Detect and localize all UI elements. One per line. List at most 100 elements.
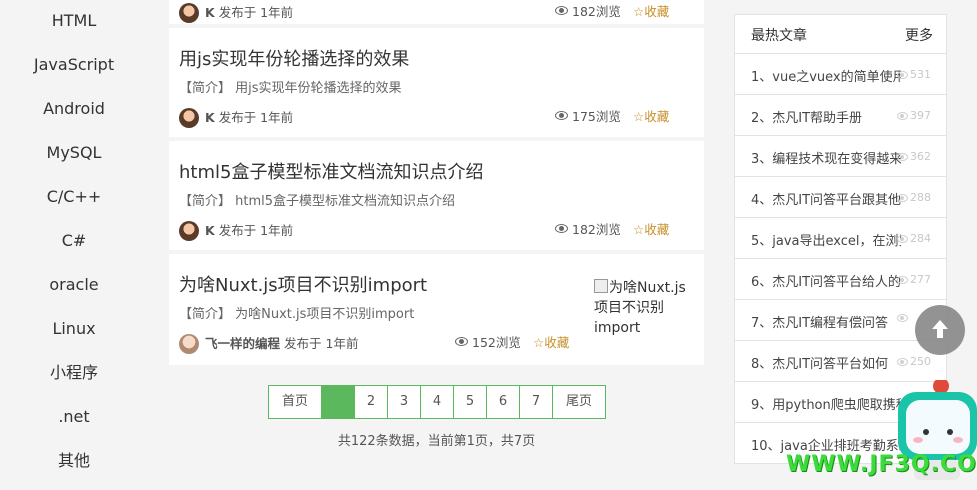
- favorite-button[interactable]: ☆收藏: [533, 332, 569, 351]
- article-author[interactable]: 飞一样的编程: [205, 335, 280, 353]
- article-views: 182浏览: [555, 219, 621, 238]
- favorite-button[interactable]: ☆收藏: [633, 106, 669, 125]
- nav-item-other[interactable]: 其他: [0, 451, 148, 471]
- nav-item-dotnet[interactable]: .net: [0, 407, 148, 427]
- nav-item-c-cpp[interactable]: C/C++: [0, 187, 148, 207]
- page-button-1[interactable]: 1: [322, 386, 355, 418]
- eye-icon: [555, 111, 568, 120]
- eye-icon: [897, 111, 908, 120]
- article-posted: 发布于 1年前: [218, 110, 294, 125]
- article-views: 175浏览: [555, 106, 621, 125]
- hot-article-count-value: 288: [910, 191, 931, 204]
- article-intro: 【简介】 为啥Nuxt.js项目不识别import: [179, 307, 415, 322]
- hot-article-text[interactable]: 1、vue之vuex的简单使用: [751, 66, 901, 85]
- article-views: 182浏览: [555, 1, 621, 20]
- hot-articles-header: 最热文章 更多: [735, 15, 946, 54]
- hot-article-count: 362: [897, 150, 931, 163]
- page-last-button[interactable]: 尾页: [553, 386, 605, 418]
- article-title[interactable]: 为啥Nuxt.js项目不识别import: [179, 275, 427, 297]
- pagination: 首页 1 2 3 4 5 6 7 尾页: [268, 385, 606, 419]
- hot-article-item[interactable]: 2、杰凡IT帮助手册 397: [735, 95, 946, 136]
- nav-item-mysql[interactable]: MySQL: [0, 143, 148, 163]
- page-button-6[interactable]: 6: [487, 386, 520, 418]
- favorite-button[interactable]: ☆收藏: [633, 219, 669, 238]
- eye-icon: [897, 70, 908, 79]
- page-button-3[interactable]: 3: [388, 386, 421, 418]
- article-thumbnail[interactable]: 为啥Nuxt.js项目不识别import: [594, 278, 689, 338]
- hot-article-text[interactable]: 7、杰凡IT编程有偿问答: [751, 312, 901, 331]
- hot-article-text[interactable]: 2、杰凡IT帮助手册: [751, 107, 901, 126]
- hot-article-item[interactable]: 7、杰凡IT编程有偿问答: [735, 300, 946, 341]
- hot-article-count-value: 277: [910, 273, 931, 286]
- hot-article-item[interactable]: 8、杰凡IT问答平台如何 250: [735, 341, 946, 382]
- hot-article-count-value: 531: [910, 68, 931, 81]
- nav-item-csharp[interactable]: C#: [0, 231, 148, 251]
- nav-item-miniprogram[interactable]: 小程序: [0, 363, 148, 383]
- article-posted: 发布于 1年前: [284, 336, 359, 351]
- article-author[interactable]: K: [205, 109, 215, 127]
- pagination-info: 共122条数据，当前第1页，共7页: [337, 434, 536, 449]
- avatar[interactable]: [179, 221, 199, 241]
- hot-articles-title: 最热文章: [751, 28, 807, 44]
- hot-article-count: 288: [897, 191, 931, 204]
- article-title[interactable]: html5盒子模型标准文档流知识点介绍: [179, 162, 483, 184]
- nav-item-javascript[interactable]: JavaScript: [0, 55, 148, 75]
- avatar[interactable]: [179, 3, 199, 23]
- article-title[interactable]: 用js实现年份轮播选择的效果: [179, 49, 409, 71]
- article-card: html5盒子模型标准文档流知识点介绍 【简介】 html5盒子模型标准文档流知…: [169, 141, 704, 250]
- eye-icon: [897, 234, 908, 243]
- eye-icon: [897, 314, 908, 322]
- favorite-button[interactable]: ☆收藏: [633, 1, 669, 20]
- page-button-2[interactable]: 2: [355, 386, 388, 418]
- page-first-button[interactable]: 首页: [269, 386, 322, 418]
- avatar[interactable]: [179, 108, 199, 128]
- hot-article-item[interactable]: 4、杰凡IT问答平台跟其他 288: [735, 177, 946, 218]
- article-meta: K 发布于 1年前: [179, 108, 293, 128]
- hot-article-item[interactable]: 6、杰凡IT问答平台给人的 277: [735, 259, 946, 300]
- hot-article-text[interactable]: 6、杰凡IT问答平台给人的: [751, 271, 901, 290]
- article-meta: K 发布于 1年前: [179, 3, 293, 23]
- category-nav: HTML JavaScript Android MySQL C/C++ C# o…: [0, 0, 148, 486]
- article-author[interactable]: K: [205, 4, 215, 22]
- article-card: K 发布于 1年前 182浏览 ☆收藏: [169, 0, 704, 24]
- hot-article-text[interactable]: 3、编程技术现在变得越来越: [751, 148, 901, 167]
- hot-article-text[interactable]: 4、杰凡IT问答平台跟其他: [751, 189, 901, 208]
- hot-article-count: 531: [897, 68, 931, 81]
- broken-image-icon: [594, 279, 608, 293]
- hot-article-text[interactable]: 5、java导出excel，在浏览: [751, 230, 901, 249]
- hot-article-count-value: 362: [910, 150, 931, 163]
- article-posted: 发布于 1年前: [218, 223, 294, 238]
- more-link[interactable]: 更多: [905, 25, 933, 45]
- hot-article-item[interactable]: 1、vue之vuex的简单使用 531: [735, 54, 946, 95]
- article-views-label: 182浏览: [572, 4, 621, 19]
- article-views-label: 175浏览: [572, 109, 621, 124]
- article-card: 用js实现年份轮播选择的效果 【简介】 用js实现年份轮播选择的效果 K 发布于…: [169, 28, 704, 137]
- nav-item-android[interactable]: Android: [0, 99, 148, 119]
- page-button-4[interactable]: 4: [421, 386, 454, 418]
- page-button-7[interactable]: 7: [520, 386, 553, 418]
- article-meta: 飞一样的编程 发布于 1年前: [179, 334, 358, 354]
- eye-icon: [455, 337, 468, 346]
- hot-article-item[interactable]: 3、编程技术现在变得越来越 362: [735, 136, 946, 177]
- back-to-top-button[interactable]: [915, 305, 965, 355]
- article-views-label: 152浏览: [472, 335, 521, 350]
- site-watermark: WWW.JF3Q.COM: [786, 452, 977, 477]
- article-author[interactable]: K: [205, 222, 215, 240]
- article-intro: 【简介】 用js实现年份轮播选择的效果: [179, 81, 402, 96]
- nav-item-linux[interactable]: Linux: [0, 319, 148, 339]
- hot-article-item[interactable]: 5、java导出excel，在浏览 284: [735, 218, 946, 259]
- nav-item-html[interactable]: HTML: [0, 11, 148, 31]
- hot-article-text[interactable]: 9、用python爬虫爬取携程: [751, 394, 901, 413]
- eye-icon: [897, 357, 908, 366]
- eye-icon: [555, 6, 568, 15]
- avatar[interactable]: [179, 334, 199, 354]
- article-views-label: 182浏览: [572, 222, 621, 237]
- hot-article-text[interactable]: 8、杰凡IT问答平台如何: [751, 353, 901, 372]
- hot-article-count-value: 250: [910, 355, 931, 368]
- arrow-up-icon: [932, 320, 948, 338]
- hot-article-count: 277: [897, 273, 931, 286]
- article-meta: K 发布于 1年前: [179, 221, 293, 241]
- eye-icon: [897, 152, 908, 161]
- nav-item-oracle[interactable]: oracle: [0, 275, 148, 295]
- page-button-5[interactable]: 5: [454, 386, 487, 418]
